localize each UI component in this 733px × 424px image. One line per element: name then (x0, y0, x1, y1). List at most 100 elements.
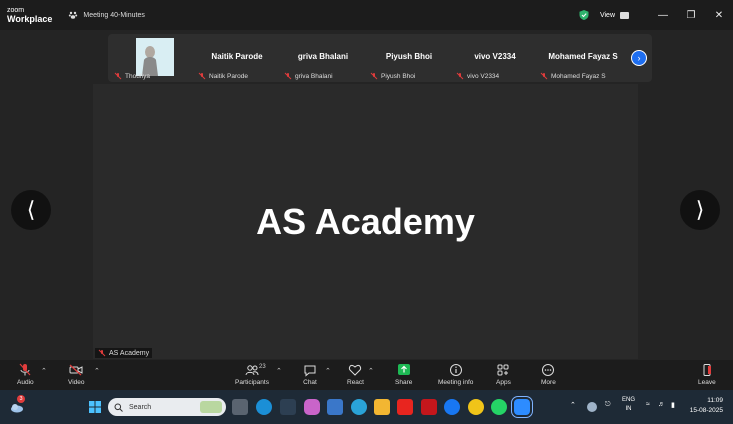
wifi-icon[interactable]: ≈ (646, 401, 650, 408)
participant-tile[interactable]: Piyush Bhoi Piyush Bhoi (368, 34, 450, 82)
view-button[interactable]: View (599, 11, 629, 19)
person-silhouette-icon (136, 38, 174, 76)
restore-button[interactable]: ❐ (677, 0, 705, 30)
chrome-icon[interactable] (468, 399, 484, 415)
participants-count: 23 (259, 364, 266, 370)
close-button[interactable]: ✕ (705, 0, 733, 30)
participant-display-name: vivo V2334 (474, 52, 516, 61)
participant-tile[interactable]: Thoufiya (112, 34, 194, 82)
share-button[interactable]: Share (395, 363, 412, 386)
active-speaker-view: AS Academy AS Academy (93, 84, 638, 359)
chevron-right-icon: ⟩ (695, 197, 705, 222)
participant-display-name: Piyush Bhoi (385, 52, 433, 61)
microsoft-store-icon[interactable] (327, 399, 343, 415)
language-indicator[interactable]: ENG IN (622, 396, 635, 414)
participants-icon (245, 365, 259, 376)
youtube-icon[interactable] (397, 399, 413, 415)
mic-off-icon (370, 72, 378, 80)
grid-view-icon (620, 11, 629, 19)
view-label: View (599, 11, 615, 19)
next-participants-button[interactable]: › (631, 50, 647, 66)
weather-badge: 3 (17, 395, 25, 403)
shield-icon[interactable] (578, 9, 590, 21)
participant-display-name: griva Bhalani (297, 52, 349, 61)
chat-icon (304, 365, 316, 377)
mic-off-icon (456, 72, 464, 80)
edge-browser-icon[interactable] (256, 399, 272, 415)
heart-icon (349, 364, 362, 376)
participant-video (136, 38, 174, 76)
taskbar-search[interactable]: Search (108, 398, 226, 416)
microphone-icon[interactable]: ⎋ (605, 401, 611, 409)
mic-off-icon (114, 72, 122, 80)
mic-off-icon (198, 72, 206, 80)
active-speaker-label-text: AS Academy (109, 349, 150, 357)
file-explorer-icon[interactable] (374, 399, 390, 415)
active-speaker-label: AS Academy (95, 348, 153, 358)
mic-off-icon (540, 72, 548, 80)
participant-label: Mohamed Fayaz S (540, 72, 606, 80)
task-view-icon[interactable] (232, 399, 248, 415)
video-options-caret[interactable]: ⌃ (94, 367, 100, 375)
participant-tile[interactable]: griva Bhalani griva Bhalani (282, 34, 364, 82)
battery-icon[interactable]: ▮ (671, 401, 675, 409)
participant-name: Naitik Parode (209, 72, 249, 80)
next-page-button[interactable]: ⟩ (680, 190, 720, 230)
feather-app-icon[interactable] (280, 399, 296, 415)
audio-button[interactable]: Audio (17, 363, 34, 386)
more-icon (542, 364, 555, 376)
leave-icon (703, 364, 711, 376)
meeting-toolbar: Audio ⌃ Video ⌃ Participants 23 ⌃ Chat ⌃… (0, 360, 733, 390)
video-label: Video (68, 379, 85, 386)
participant-label: Naitik Parode (198, 72, 248, 80)
participant-strip: Thoufiya Naitik Parode Naitik Parode gri… (108, 34, 652, 82)
jio-app-icon[interactable] (351, 399, 367, 415)
zoom-window: zoom Workplace Meeting 40-Minutes View —… (0, 0, 733, 424)
more-button[interactable]: More (541, 363, 556, 386)
participant-name: Piyush Bhoi (381, 72, 416, 80)
search-highlight-image (200, 401, 222, 413)
zoom-taskbar-icon[interactable] (511, 396, 533, 418)
video-button[interactable]: Video (68, 363, 85, 386)
minimize-button[interactable]: — (649, 0, 677, 30)
more-label: More (541, 379, 556, 386)
facebook-icon[interactable] (444, 399, 460, 415)
windows-taskbar: 3 Search ⌃ ⎋ ENG IN ≈ ♬ ▮ 11:09 15-08-20… (0, 390, 733, 424)
start-button[interactable] (87, 399, 103, 415)
previous-page-button[interactable]: ⟨ (11, 190, 51, 230)
participant-tile[interactable]: vivo V2334 vivo V2334 (454, 34, 536, 82)
info-icon (449, 364, 462, 376)
paw-icon (69, 11, 78, 19)
participant-display-name: Mohamed Fayaz S (548, 52, 618, 61)
chat-label: Chat (303, 379, 317, 386)
participant-display-name: Naitik Parode (211, 52, 263, 61)
language-top: ENG (622, 397, 636, 403)
active-speaker-name: AS Academy (256, 200, 475, 242)
chat-options-caret[interactable]: ⌃ (325, 367, 331, 375)
participants-options-caret[interactable]: ⌃ (276, 367, 282, 375)
system-clock[interactable]: 11:09 15-08-2025 (690, 396, 723, 416)
mcafee-icon[interactable] (421, 399, 437, 415)
network-cloud-icon[interactable] (587, 402, 597, 412)
apps-button[interactable]: Apps (496, 363, 511, 386)
participant-tile[interactable]: Naitik Parode Naitik Parode (196, 34, 278, 82)
show-hidden-icons-button[interactable]: ⌃ (570, 401, 576, 409)
react-button[interactable]: React (347, 363, 364, 386)
whatsapp-icon[interactable] (491, 399, 507, 415)
clock-time: 11:09 (707, 397, 723, 404)
participant-label: griva Bhalani (284, 72, 333, 80)
video-off-icon (69, 364, 83, 376)
leave-button[interactable]: Leave (698, 363, 716, 386)
react-options-caret[interactable]: ⌃ (368, 367, 374, 375)
audio-options-caret[interactable]: ⌃ (41, 367, 47, 375)
copilot-icon[interactable] (304, 399, 320, 415)
volume-icon[interactable]: ♬ (658, 401, 665, 408)
zoom-logo: zoom Workplace (7, 6, 52, 24)
meeting-info-label: Meeting info (438, 379, 474, 386)
chat-button[interactable]: Chat (303, 363, 317, 386)
participant-tile[interactable]: Mohamed Fayaz S Mohamed Fayaz S (538, 34, 628, 82)
clock-date: 15-08-2025 (689, 407, 723, 414)
mic-off-icon (284, 72, 292, 80)
meeting-info-button[interactable]: Meeting info (438, 363, 473, 386)
meeting-title: Meeting 40-Minutes (68, 10, 145, 20)
